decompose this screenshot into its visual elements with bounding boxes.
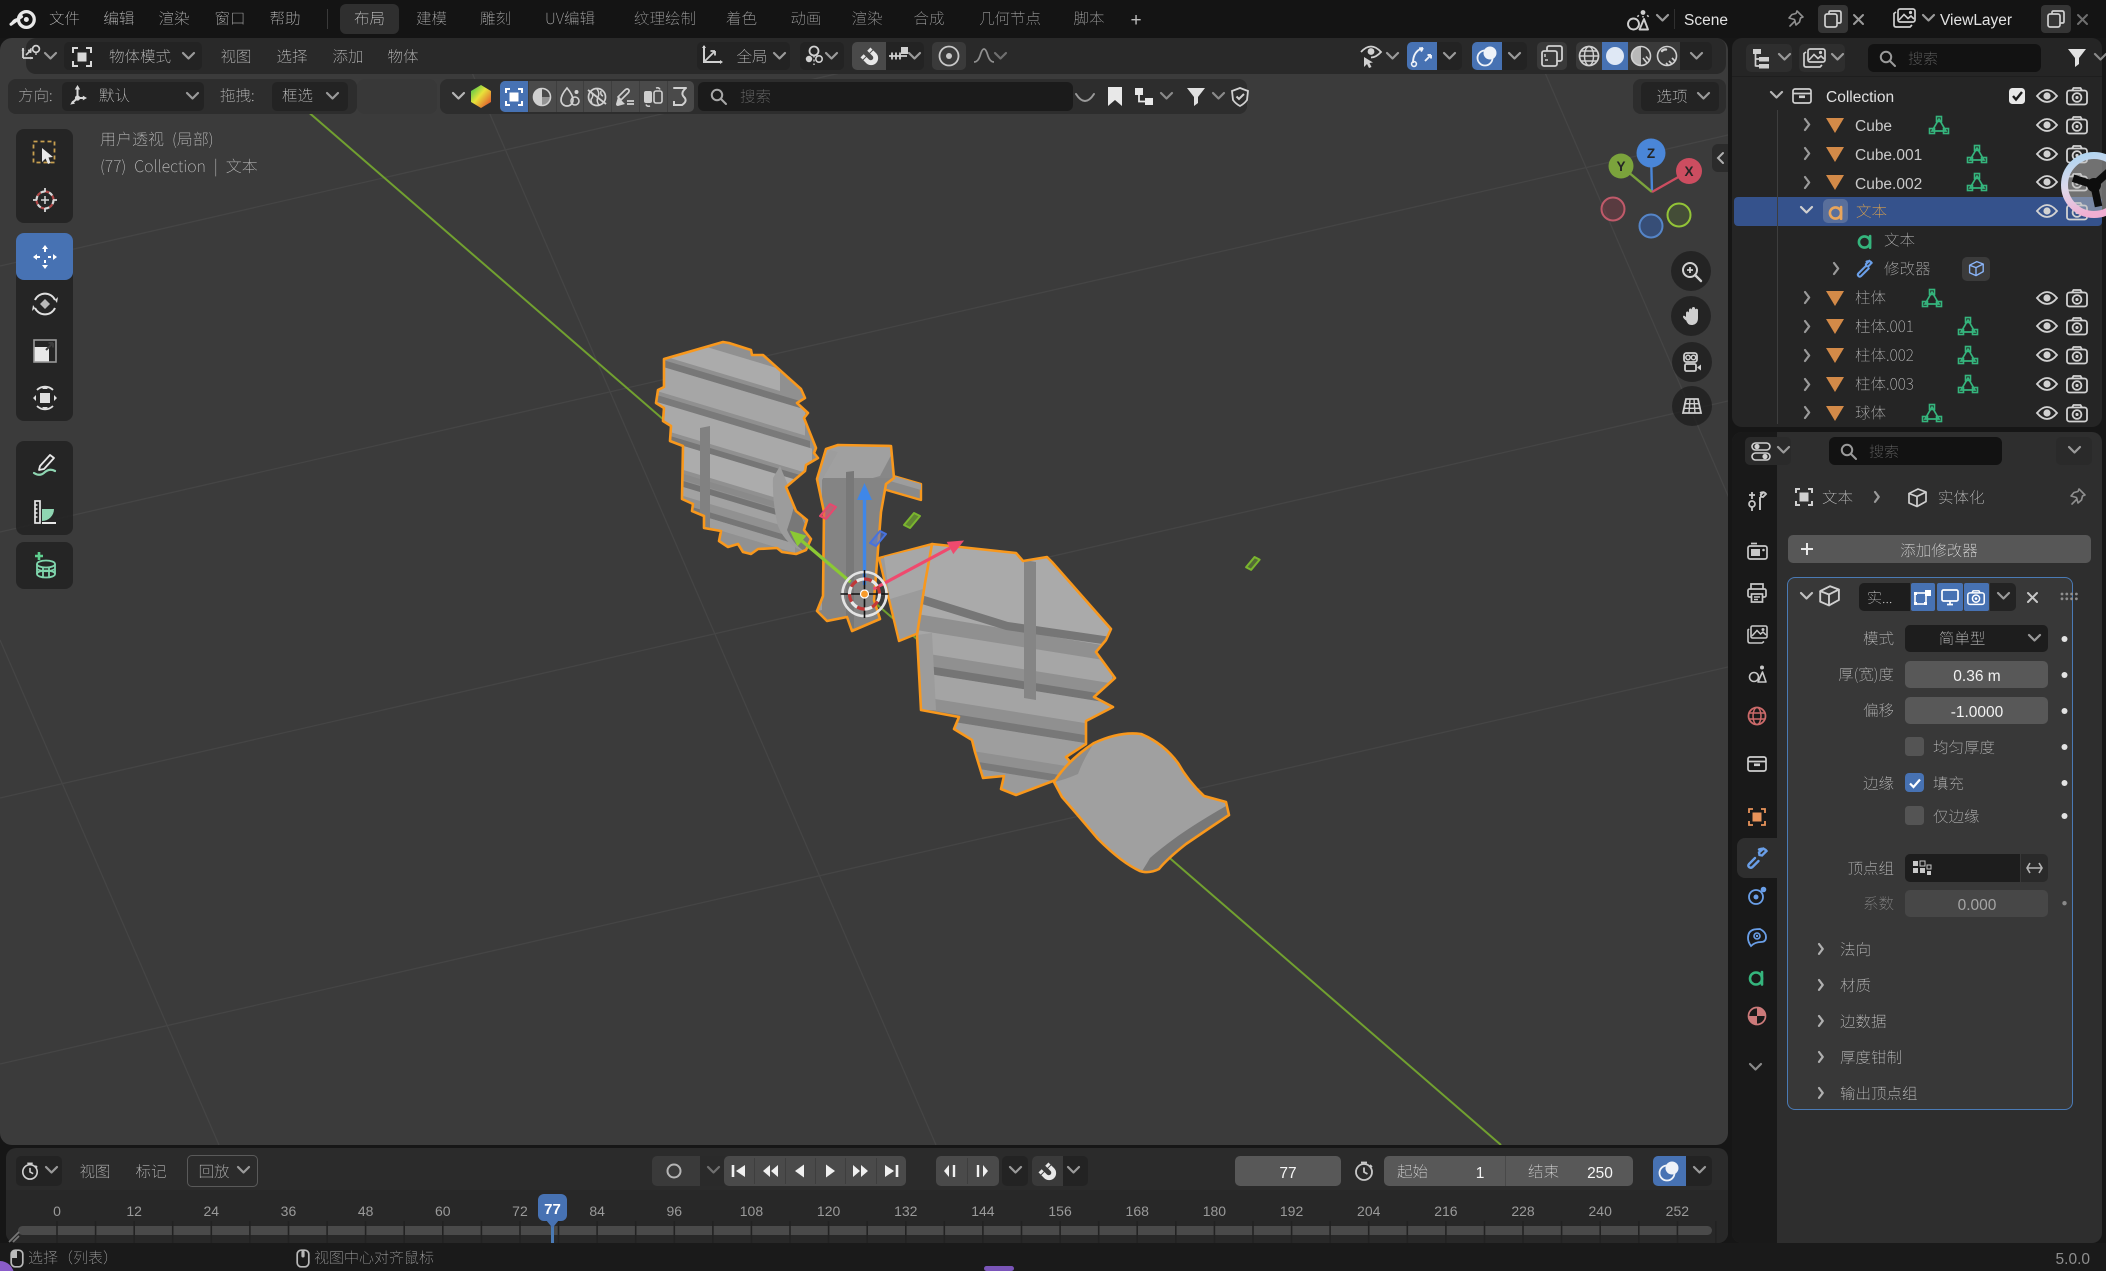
svg-text:X: X	[1684, 164, 1693, 179]
svg-text:Y: Y	[1616, 159, 1625, 174]
svg-text:Z: Z	[1647, 146, 1655, 161]
